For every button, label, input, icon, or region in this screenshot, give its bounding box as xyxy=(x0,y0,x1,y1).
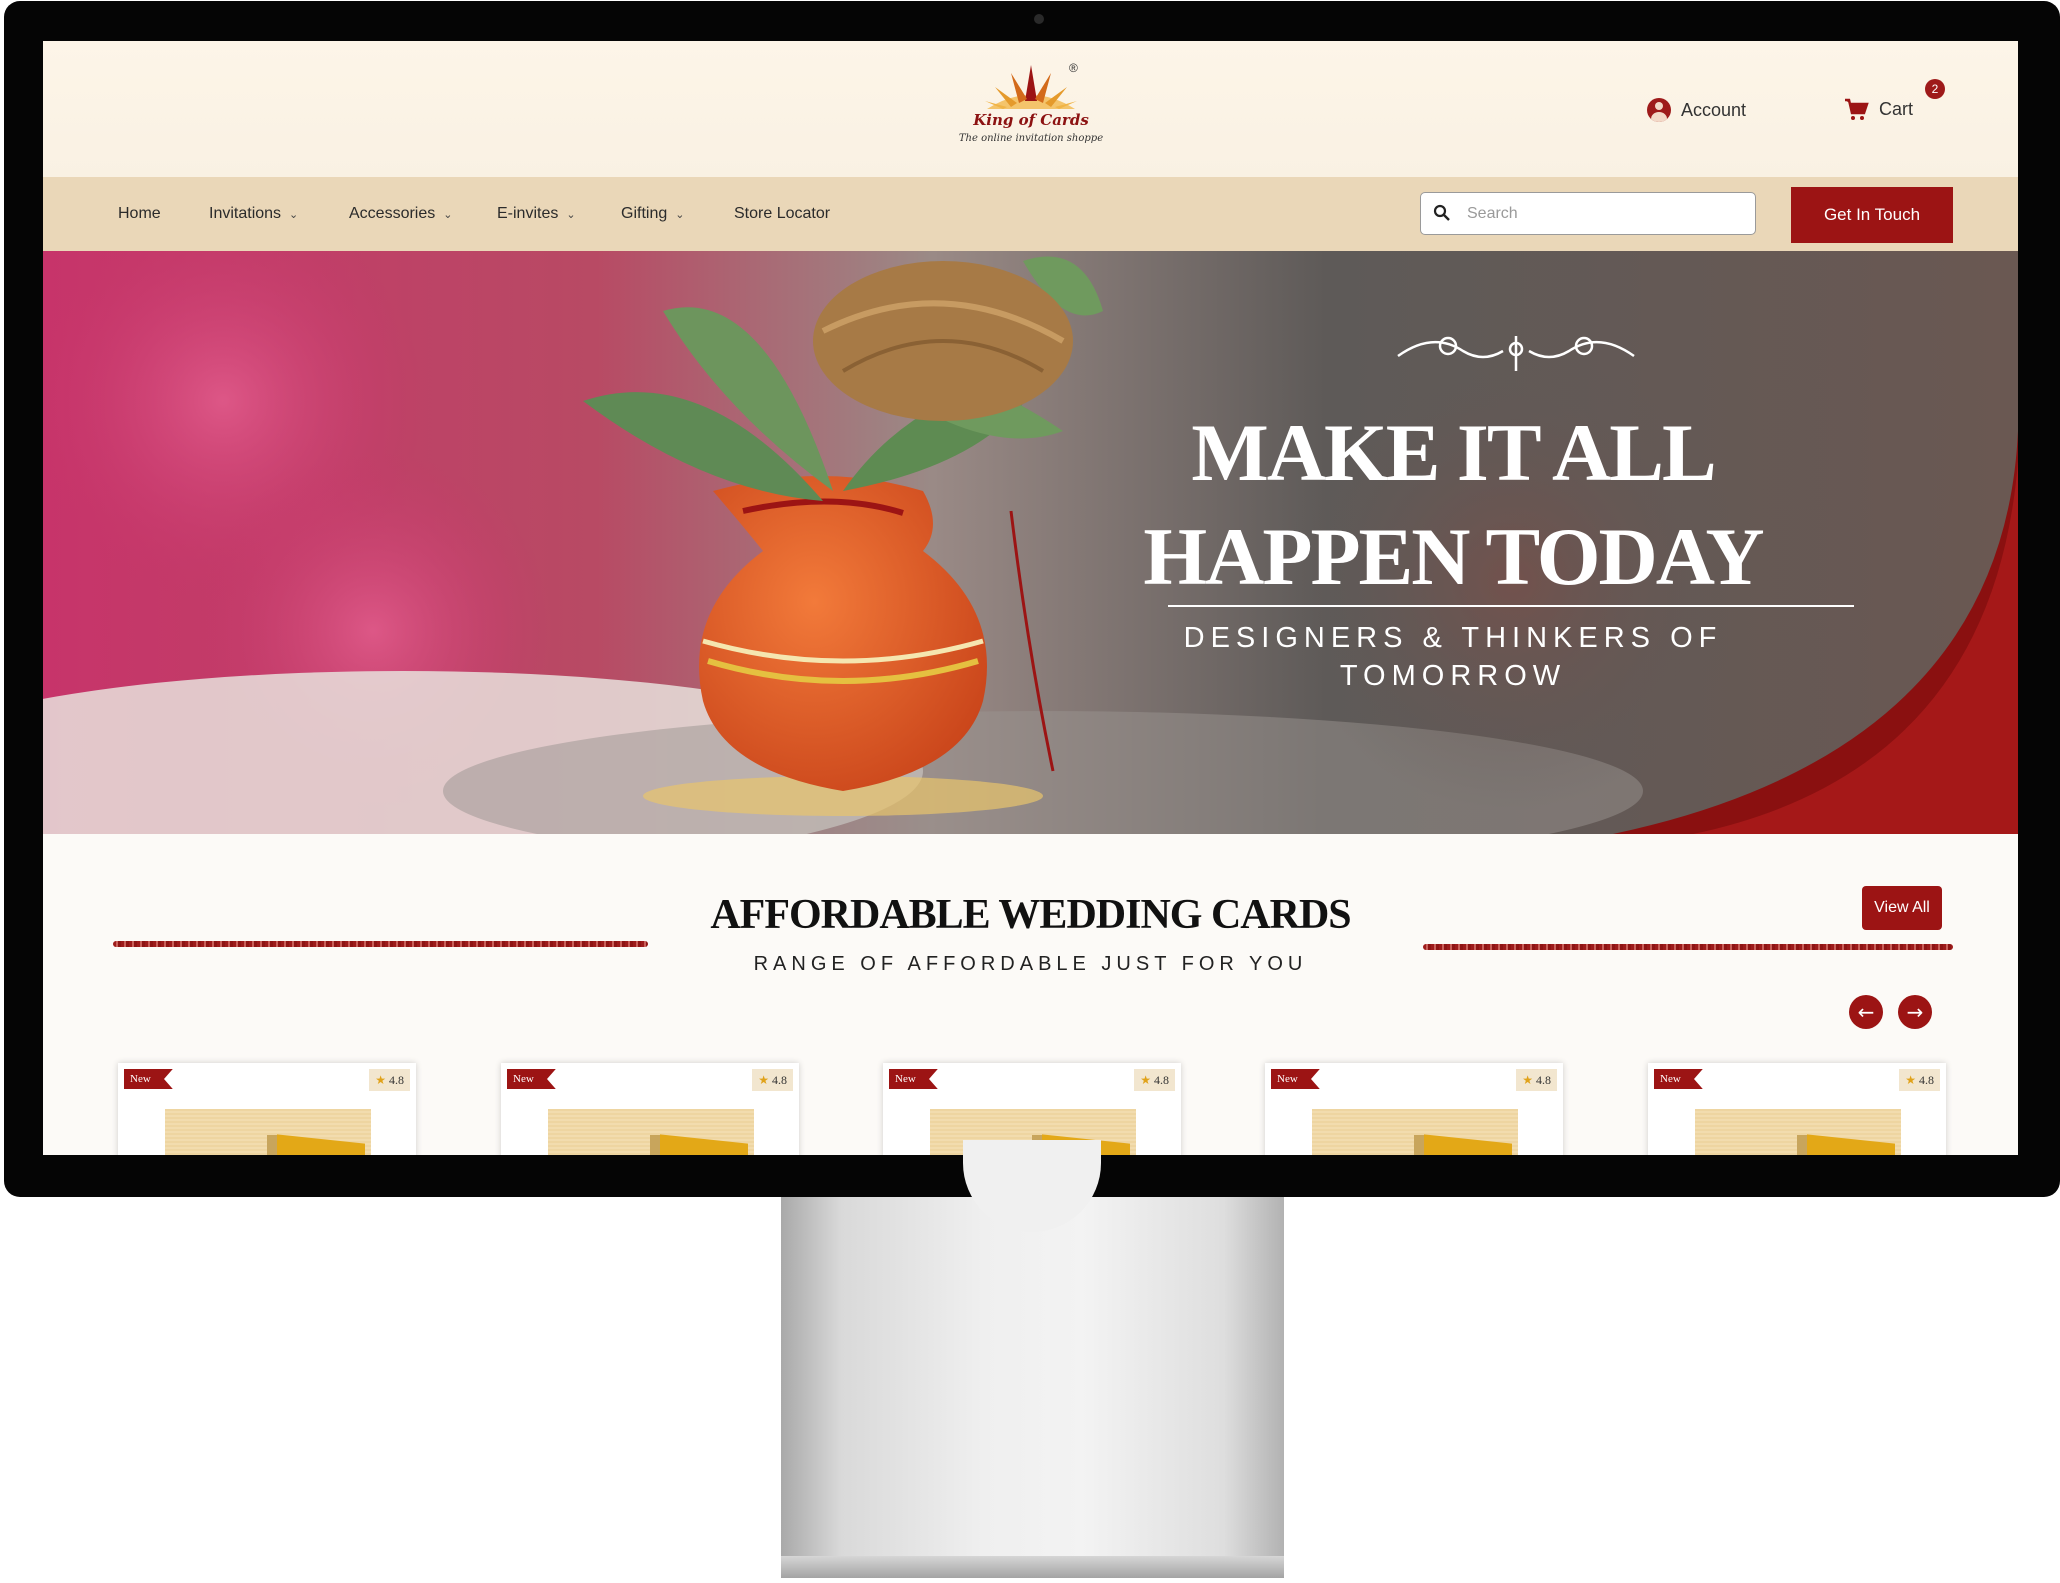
product-card[interactable]: New ★ 4.8 xyxy=(1648,1063,1946,1155)
brand-name: King of Cards xyxy=(973,111,1089,129)
cart-count-badge: 2 xyxy=(1925,79,1945,99)
arrow-left-icon[interactable]: ← xyxy=(1849,995,1883,1029)
section-title: AFFORDABLE WEDDING CARDS xyxy=(710,892,1351,938)
camera-dot xyxy=(1034,14,1044,24)
search-input[interactable] xyxy=(1465,201,1749,227)
product-image xyxy=(1695,1109,1901,1155)
shopping-cart-icon xyxy=(1845,98,1869,120)
nav-item-label: Home xyxy=(118,205,161,222)
arrow-right-icon[interactable]: → xyxy=(1898,995,1932,1029)
rating-value: 4.8 xyxy=(1919,1073,1934,1087)
product-card[interactable]: New ★ 4.8 xyxy=(501,1063,799,1155)
hero-subtitle: DESIGNERS & THINKERS OF TOMORROW xyxy=(1143,619,1763,695)
nav-item-gifting[interactable]: Gifting ⌄ xyxy=(621,177,684,251)
nav-item-label: Gifting xyxy=(621,205,668,222)
rating-badge: ★ 4.8 xyxy=(752,1069,793,1091)
chevron-down-icon: ⌄ xyxy=(289,208,299,221)
star-icon: ★ xyxy=(375,1073,386,1087)
monitor-frame: ® King of Cards The online invitation sh… xyxy=(4,1,2060,1197)
brand-tagline: The online invitation shoppe xyxy=(958,133,1104,144)
nav-item-einvites[interactable]: E-invites ⌄ xyxy=(497,177,576,251)
chevron-down-icon: ⌄ xyxy=(675,208,685,221)
rating-badge: ★ 4.8 xyxy=(1899,1069,1940,1091)
cart-label: Cart xyxy=(1879,98,1914,119)
account-link[interactable]: Account xyxy=(1647,96,1746,124)
new-badge: New xyxy=(507,1069,556,1089)
rating-value: 4.8 xyxy=(772,1073,787,1087)
account-label: Account xyxy=(1681,99,1747,120)
nav-item-label: Invitations xyxy=(209,205,282,222)
nav-item-invitations[interactable]: Invitations ⌄ xyxy=(209,177,298,251)
cart-link[interactable]: Cart 2 xyxy=(1843,79,1945,123)
nav-item-accessories[interactable]: Accessories ⌄ xyxy=(349,177,452,251)
hero-banner: MAKE IT ALL HAPPEN TODAY DESIGNERS & THI… xyxy=(43,251,2018,834)
rating-badge: ★ 4.8 xyxy=(1516,1069,1557,1091)
new-badge: New xyxy=(889,1069,938,1089)
nav-item-label: Accessories xyxy=(349,205,436,222)
star-icon: ★ xyxy=(758,1073,769,1087)
hero-title-line: MAKE IT ALL xyxy=(1191,407,1716,498)
stand-base xyxy=(781,1556,1284,1578)
view-all-button[interactable]: View All xyxy=(1862,886,1942,930)
section-subtitle: RANGE OF AFFORDABLE JUST FOR YOU xyxy=(753,953,1308,975)
rating-badge: ★ 4.8 xyxy=(1134,1069,1175,1091)
hero-subtitle-line: DESIGNERS & THINKERS OF xyxy=(1183,622,1723,654)
rating-value: 4.8 xyxy=(1154,1073,1169,1087)
decorative-divider-left xyxy=(113,941,648,947)
product-card[interactable]: New ★ 4.8 xyxy=(118,1063,416,1155)
rating-badge: ★ 4.8 xyxy=(369,1069,410,1091)
new-badge: New xyxy=(1271,1069,1320,1089)
star-icon: ★ xyxy=(1905,1073,1916,1087)
product-image xyxy=(548,1109,754,1155)
star-icon: ★ xyxy=(1522,1073,1533,1087)
search-box[interactable] xyxy=(1420,192,1756,235)
sunburst-logo-icon xyxy=(985,65,1077,109)
search-icon xyxy=(1433,204,1450,221)
hero-title-line: HAPPEN TODAY xyxy=(1143,511,1764,602)
nav-item-label: Store Locator xyxy=(734,205,831,222)
rating-value: 4.8 xyxy=(1536,1073,1551,1087)
rating-value: 4.8 xyxy=(389,1073,404,1087)
product-image xyxy=(165,1109,371,1155)
new-badge: New xyxy=(124,1069,173,1089)
get-in-touch-button[interactable]: Get In Touch xyxy=(1791,187,1953,243)
registered-mark: ® xyxy=(1069,61,1078,75)
chevron-down-icon: ⌄ xyxy=(566,208,576,221)
brand-logo[interactable]: ® King of Cards The online invitation sh… xyxy=(953,61,1109,159)
hero-title: MAKE IT ALL HAPPEN TODAY xyxy=(1143,401,1764,609)
hero-subtitle-line: TOMORROW xyxy=(1339,660,1567,692)
nav-item-store-locator[interactable]: Store Locator xyxy=(734,177,830,251)
nav-item-label: E-invites xyxy=(497,205,559,222)
product-image xyxy=(1312,1109,1518,1155)
decorative-divider-right xyxy=(1423,944,1953,950)
monitor-stand xyxy=(781,1197,1284,1572)
product-card[interactable]: New ★ 4.8 xyxy=(1265,1063,1563,1155)
star-icon: ★ xyxy=(1140,1073,1151,1087)
chevron-down-icon: ⌄ xyxy=(443,208,453,221)
user-avatar-icon xyxy=(1647,98,1671,122)
new-badge: New xyxy=(1654,1069,1703,1089)
top-header: ® King of Cards The online invitation sh… xyxy=(43,41,2018,177)
website-screen: ® King of Cards The online invitation sh… xyxy=(43,41,2018,1155)
nav-item-home[interactable]: Home xyxy=(118,177,161,251)
